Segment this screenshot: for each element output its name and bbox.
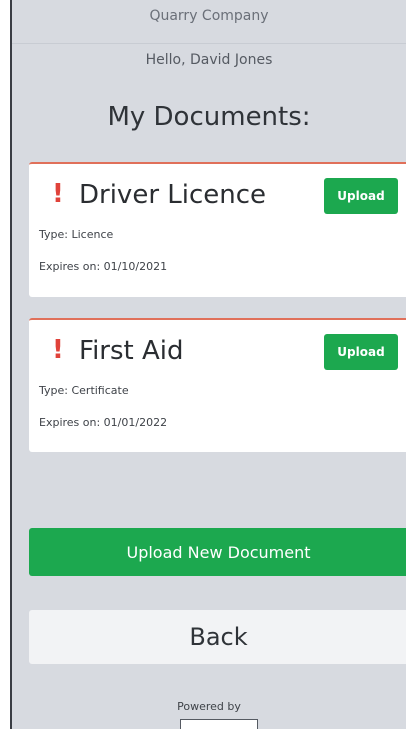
upload-button[interactable]: Upload xyxy=(324,178,398,214)
powered-by-label: Powered by xyxy=(177,700,241,713)
alert-icon: ! xyxy=(52,335,64,365)
upload-button[interactable]: Upload xyxy=(324,334,398,370)
page-title: My Documents: xyxy=(107,102,311,132)
document-expiry: Expires on: 01/01/2022 xyxy=(39,416,168,429)
back-button[interactable]: Back xyxy=(29,610,406,664)
provider-logo xyxy=(180,719,258,729)
upload-new-document-button[interactable]: Upload New Document xyxy=(29,528,406,576)
app-screen: Quarry Company Hello, David Jones My Doc… xyxy=(10,0,406,729)
document-expiry: Expires on: 01/10/2021 xyxy=(39,260,168,273)
document-card-first-aid: ! First Aid Upload Type: Certificate Exp… xyxy=(29,318,406,452)
document-type: Type: Licence xyxy=(39,228,114,241)
document-type: Type: Certificate xyxy=(39,384,129,397)
document-title: Driver Licence xyxy=(79,180,267,210)
company-name: Quarry Company xyxy=(12,0,406,44)
user-greeting: Hello, David Jones xyxy=(145,52,273,68)
document-card-driver-licence: ! Driver Licence Upload Type: Licence Ex… xyxy=(29,162,406,297)
alert-icon: ! xyxy=(52,179,64,209)
document-title: First Aid xyxy=(79,336,184,366)
